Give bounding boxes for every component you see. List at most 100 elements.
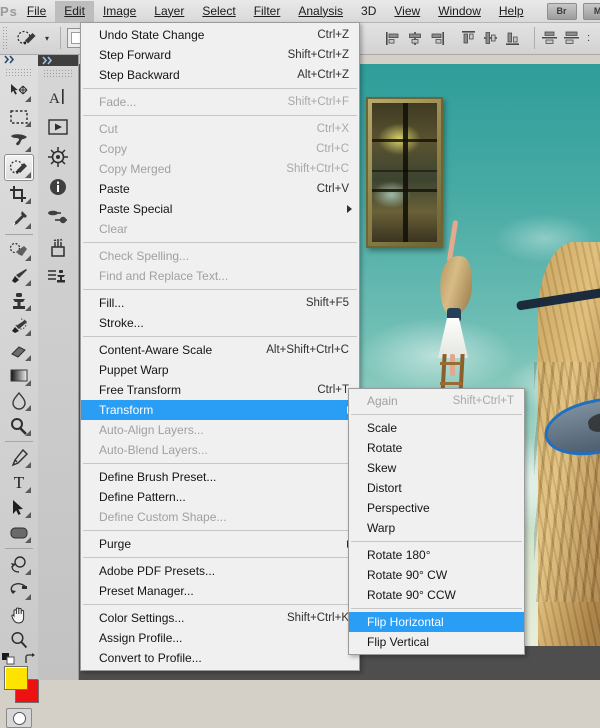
panel-masks[interactable]	[41, 232, 75, 262]
menu-view[interactable]: View	[385, 1, 429, 22]
default-foreground-background-icon[interactable]	[2, 653, 15, 665]
tool-hand[interactable]	[5, 602, 33, 627]
menu-image[interactable]: Image	[94, 1, 145, 22]
edit-dropdown-menu[interactable]: Undo State Change Ctrl+Z Step Forward Shift…	[80, 22, 360, 671]
align-right-edges-button[interactable]	[428, 29, 446, 47]
tool-spot-healing-brush[interactable]	[5, 238, 33, 263]
distribute-buttons-group[interactable]: :	[541, 29, 590, 47]
transform-submenu[interactable]: Again Shift+Ctrl+T Scale Rotate Skew Distort P…	[348, 388, 525, 655]
tool-path-selection[interactable]	[5, 495, 33, 520]
edit-menu-item-content-aware-scale[interactable]: Content-Aware Scale Alt+Shift+Ctrl+C	[81, 340, 359, 360]
edit-menu-item-undo-state-change[interactable]: Undo State Change Ctrl+Z	[81, 25, 359, 45]
tool-rounded-rectangle[interactable]	[5, 520, 33, 545]
tool-clone-stamp[interactable]	[5, 288, 33, 313]
foreground-color-swatch[interactable]	[4, 666, 28, 690]
toolbox-drag-handle[interactable]	[5, 68, 33, 77]
edit-menu-item-convert-to-profile[interactable]: Convert to Profile...	[81, 648, 359, 668]
edit-menu-item-preset-manager[interactable]: Preset Manager...	[81, 581, 359, 601]
menu-3d[interactable]: 3D	[352, 1, 385, 22]
edit-menu-separator	[83, 557, 357, 558]
menu-select[interactable]: Select	[193, 1, 244, 22]
edit-menu-item-fill[interactable]: Fill... Shift+F5	[81, 293, 359, 313]
quick-mask-mode-button[interactable]	[6, 708, 32, 728]
panel-3d[interactable]	[41, 142, 75, 172]
tool-eraser[interactable]	[5, 338, 33, 363]
tool-gradient[interactable]	[5, 363, 33, 388]
edit-menu-item-purge[interactable]: Purge	[81, 534, 359, 554]
tool-3d-object-rotate[interactable]	[5, 552, 33, 577]
color-swatches[interactable]	[2, 653, 39, 703]
launch-bridge-button[interactable]: Br	[546, 2, 577, 20]
distribute-vertical-centers-button[interactable]	[563, 29, 581, 47]
menu-file[interactable]: File	[18, 1, 55, 22]
menu-window[interactable]: Window	[429, 1, 490, 22]
edit-menu-item-paste[interactable]: Paste Ctrl+V	[81, 179, 359, 199]
panel-dock-collapse-button[interactable]	[38, 54, 78, 66]
options-bar-drag-handle[interactable]	[2, 26, 9, 50]
menu-bar[interactable]: Ps File Edit Image Layer Select Filter A…	[0, 0, 600, 23]
align-top-edges-button[interactable]	[460, 29, 478, 47]
tool-blur[interactable]	[5, 388, 33, 413]
transform-menu-item-rotate-90-cw[interactable]: Rotate 90° CW	[349, 565, 524, 585]
toolbox-collapse-button[interactable]	[0, 54, 38, 65]
edit-menu-item-paste-special[interactable]: Paste Special	[81, 199, 359, 219]
tool-rectangular-marquee[interactable]	[5, 104, 33, 129]
edit-menu-item-color-settings[interactable]: Color Settings... Shift+Ctrl+K	[81, 608, 359, 628]
panel-actions[interactable]	[41, 112, 75, 142]
panel-adjustments[interactable]	[41, 202, 75, 232]
tool-quick-selection[interactable]	[4, 154, 34, 181]
menu-help[interactable]: Help	[490, 1, 533, 22]
tool-zoom[interactable]	[5, 627, 33, 652]
tool-brush[interactable]	[5, 263, 33, 288]
edit-menu-item-transform[interactable]: Transform	[81, 400, 359, 420]
swap-colors-icon[interactable]	[24, 653, 36, 665]
transform-menu-item-distort[interactable]: Distort	[349, 478, 524, 498]
menu-layer[interactable]: Layer	[145, 1, 193, 22]
tool-crop[interactable]	[5, 181, 33, 206]
tool-preset-picker-caret[interactable]: ▾	[40, 26, 54, 50]
edit-menu-item-step-forward[interactable]: Step Forward Shift+Ctrl+Z	[81, 45, 359, 65]
launch-mini-bridge-button[interactable]: M	[582, 2, 600, 20]
edit-menu-item-assign-profile[interactable]: Assign Profile...	[81, 628, 359, 648]
tool-history-brush[interactable]	[5, 313, 33, 338]
distribute-top-edges-button[interactable]	[541, 29, 559, 47]
align-bottom-edges-button[interactable]	[504, 29, 522, 47]
transform-menu-item-rotate-90-ccw[interactable]: Rotate 90° CCW	[349, 585, 524, 605]
edit-menu-item-define-pattern[interactable]: Define Pattern...	[81, 487, 359, 507]
transform-menu-item-rotate-180[interactable]: Rotate 180°	[349, 545, 524, 565]
align-left-edges-button[interactable]	[384, 29, 402, 47]
current-tool-preset-button[interactable]	[12, 26, 40, 50]
menu-analysis[interactable]: Analysis	[289, 1, 352, 22]
transform-menu-item-perspective[interactable]: Perspective	[349, 498, 524, 518]
tool-dodge[interactable]	[5, 413, 33, 438]
align-buttons-group[interactable]	[384, 29, 522, 47]
transform-menu-item-flip-vertical[interactable]: Flip Vertical	[349, 632, 524, 652]
tool-pen[interactable]	[5, 445, 33, 470]
edit-menu-item-stroke[interactable]: Stroke...	[81, 313, 359, 333]
transform-menu-item-rotate[interactable]: Rotate	[349, 438, 524, 458]
edit-menu-item-define-brush-preset[interactable]: Define Brush Preset...	[81, 467, 359, 487]
transform-menu-item-skew[interactable]: Skew	[349, 458, 524, 478]
transform-menu-item-warp[interactable]: Warp	[349, 518, 524, 538]
align-horizontal-centers-button[interactable]	[406, 29, 424, 47]
panel-info[interactable]	[41, 172, 75, 202]
panel-clone-source[interactable]	[41, 262, 75, 292]
transform-menu-item-scale[interactable]: Scale	[349, 418, 524, 438]
panel-character[interactable]: A	[41, 82, 75, 112]
panel-dock-column[interactable]: A	[38, 54, 79, 680]
tool-lasso[interactable]	[5, 129, 33, 154]
align-vertical-centers-button[interactable]	[482, 29, 500, 47]
edit-menu-item-free-transform[interactable]: Free Transform Ctrl+T	[81, 380, 359, 400]
transform-menu-item-flip-horizontal[interactable]: Flip Horizontal	[349, 612, 524, 632]
panel-dock-drag-handle[interactable]	[43, 69, 73, 78]
menu-edit[interactable]: Edit	[55, 0, 94, 22]
edit-menu-item-puppet-warp[interactable]: Puppet Warp	[81, 360, 359, 380]
tool-horizontal-type[interactable]: T	[5, 470, 33, 495]
tool-3d-camera-rotate[interactable]	[5, 577, 33, 602]
menu-filter[interactable]: Filter	[245, 1, 290, 22]
edit-menu-item-step-backward[interactable]: Step Backward Alt+Ctrl+Z	[81, 65, 359, 85]
tool-move[interactable]	[5, 79, 33, 104]
toolbox[interactable]: T	[0, 54, 39, 728]
tool-eyedropper[interactable]	[5, 206, 33, 231]
edit-menu-item-adobe-pdf-presets[interactable]: Adobe PDF Presets...	[81, 561, 359, 581]
